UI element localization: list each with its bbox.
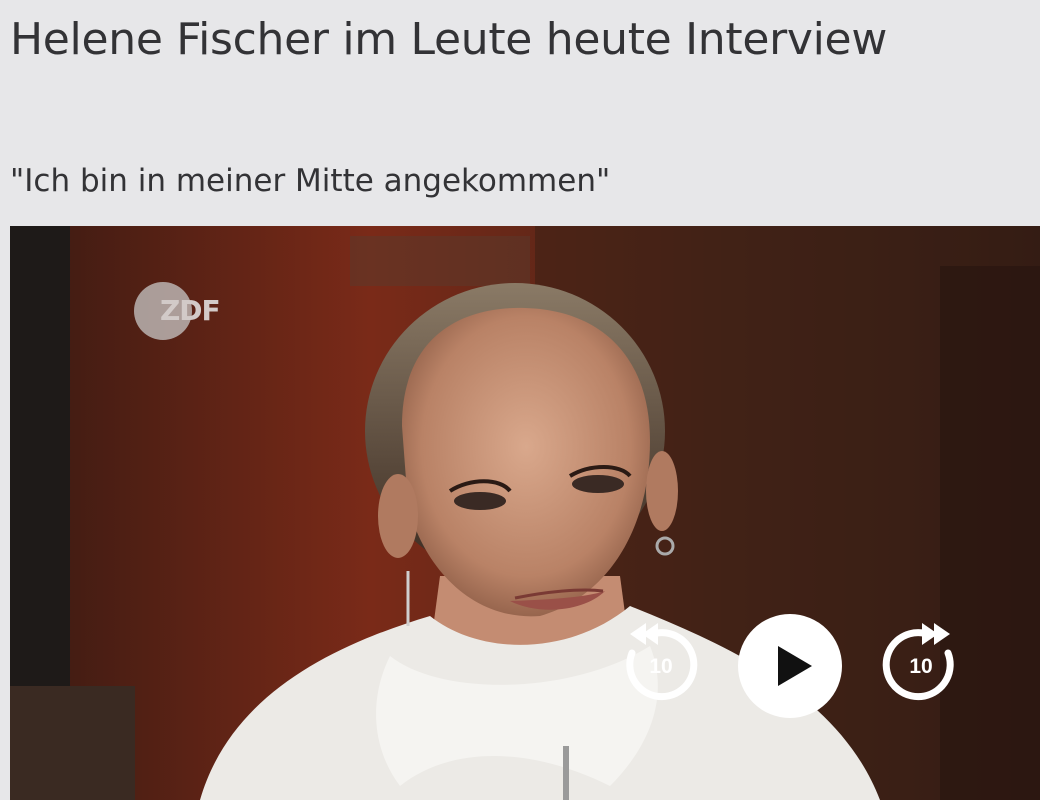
forward-10-button[interactable]: 10 xyxy=(880,621,966,707)
video-player[interactable]: ZDF 10 10 xyxy=(10,226,1040,800)
article-page: Helene Fischer im Leute heute Interview … xyxy=(0,0,1040,800)
zdf-logo-text: ZDF xyxy=(160,294,221,327)
article-subtitle: "Ich bin in meiner Mitte angekommen" xyxy=(10,163,611,199)
forward-seconds-label: 10 xyxy=(909,655,933,678)
play-icon xyxy=(738,614,842,718)
zdf-logo: ZDF xyxy=(134,282,221,340)
play-button[interactable] xyxy=(736,612,844,720)
rewind-10-button[interactable]: 10 xyxy=(614,621,700,707)
rewind-seconds-label: 10 xyxy=(649,655,673,678)
article-title: Helene Fischer im Leute heute Interview xyxy=(10,14,888,65)
